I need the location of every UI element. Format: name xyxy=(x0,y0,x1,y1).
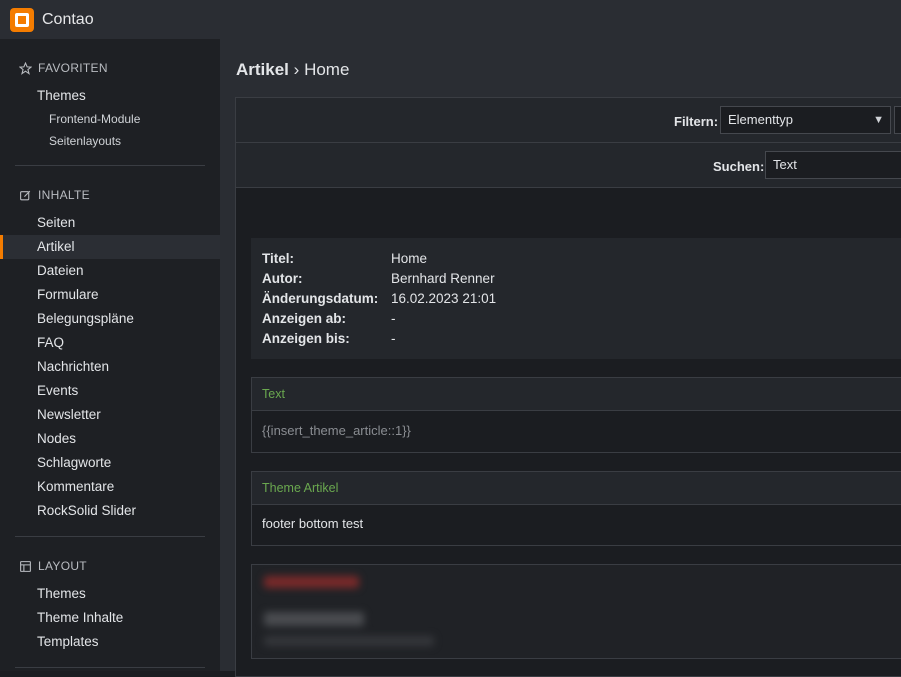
caret-down-icon: ▼ xyxy=(873,114,884,126)
sidebar-group-title: INHALTE xyxy=(38,188,90,202)
sidebar-group-layout: LAYOUT Themes Theme Inhalte Templates xyxy=(0,537,220,654)
filter-select-secondary[interactable] xyxy=(894,106,901,134)
blurred-content xyxy=(252,565,901,660)
main-content: Artikel › Home Filtern: Elementtyp ▼ Suc… xyxy=(220,39,901,677)
article-info: Titel: Home Autor: Bernhard Renner Änder… xyxy=(251,238,901,359)
info-value: Bernhard Renner xyxy=(391,271,495,286)
content-element-type: Theme Artikel xyxy=(252,472,901,505)
sidebar-item-events[interactable]: Events xyxy=(0,379,220,403)
sidebar-item-nodes[interactable]: Nodes xyxy=(0,427,220,451)
sidebar-item-templates[interactable]: Templates xyxy=(0,630,220,654)
info-key: Titel: xyxy=(262,251,295,266)
content-element-blurred[interactable] xyxy=(251,564,901,659)
info-value: - xyxy=(391,311,396,326)
breadcrumb: Artikel › Home xyxy=(236,60,349,80)
listing-panel: Filtern: Elementtyp ▼ Suchen: Text Titel… xyxy=(235,97,901,677)
sidebar-item-theme-inhalte[interactable]: Theme Inhalte xyxy=(0,606,220,630)
sidebar-item-nachrichten[interactable]: Nachrichten xyxy=(0,355,220,379)
top-bar: Contao xyxy=(0,0,901,39)
content-element[interactable]: Theme Artikel footer bottom test xyxy=(251,471,901,546)
search-field-select[interactable]: Text xyxy=(765,151,901,179)
app-name[interactable]: Contao xyxy=(42,11,94,29)
sidebar-group-header[interactable]: INHALTE xyxy=(0,186,220,204)
content-element-body: footer bottom test xyxy=(262,516,364,531)
contao-logo-icon[interactable] xyxy=(10,7,34,32)
sidebar-group-title: FAVORITEN xyxy=(38,61,108,75)
sidebar-item-layout-themes[interactable]: Themes xyxy=(0,582,220,606)
sidebar-item-faq[interactable]: FAQ xyxy=(0,331,220,355)
content-element-body: {{insert_theme_article::1}} xyxy=(262,423,411,438)
filter-select[interactable]: Elementtyp ▼ xyxy=(720,106,891,134)
content-element-type: Text xyxy=(252,378,901,411)
sidebar-subitem-seitenlayouts[interactable]: Seitenlayouts xyxy=(0,130,220,152)
sidebar-item-seiten[interactable]: Seiten xyxy=(0,211,220,235)
sidebar-item-kommentare[interactable]: Kommentare xyxy=(0,475,220,499)
breadcrumb-separator: › xyxy=(293,60,300,79)
info-key: Autor: xyxy=(262,271,303,286)
search-row: Suchen: Text xyxy=(236,143,901,188)
info-key: Anzeigen ab: xyxy=(262,311,347,326)
info-key: Anzeigen bis: xyxy=(262,331,350,346)
breadcrumb-section[interactable]: Artikel xyxy=(236,60,289,79)
sidebar-group-title: LAYOUT xyxy=(38,559,87,573)
sidebar-item-rocksolid-slider[interactable]: RockSolid Slider xyxy=(0,499,220,523)
sidebar-item-artikel[interactable]: Artikel xyxy=(0,235,220,259)
info-value: - xyxy=(391,331,396,346)
search-label: Suchen: xyxy=(713,159,765,174)
sidebar-group-header[interactable]: FAVORITEN xyxy=(0,59,220,77)
filter-label: Filtern: xyxy=(674,114,719,129)
info-value: Home xyxy=(391,251,428,266)
sidebar: FAVORITEN Themes Frontend-Module Seitenl… xyxy=(0,39,220,671)
info-key: Änderungsdatum: xyxy=(262,291,379,306)
sidebar-item-formulare[interactable]: Formulare xyxy=(0,283,220,307)
filter-select-value: Elementtyp xyxy=(728,112,794,127)
sidebar-item-themes[interactable]: Themes xyxy=(0,84,220,108)
sidebar-group-header[interactable]: LAYOUT xyxy=(0,557,220,575)
edit-icon xyxy=(18,188,32,202)
sidebar-subitem-frontend-module[interactable]: Frontend-Module xyxy=(0,108,220,130)
search-field-value: Text xyxy=(773,157,797,172)
sidebar-item-schlagworte[interactable]: Schlagworte xyxy=(0,451,220,475)
breadcrumb-page: Home xyxy=(304,60,350,79)
sidebar-divider xyxy=(15,667,205,668)
sidebar-item-dateien[interactable]: Dateien xyxy=(0,259,220,283)
sidebar-item-newsletter[interactable]: Newsletter xyxy=(0,403,220,427)
sidebar-group-inhalte: INHALTE Seiten Artikel Dateien Formulare… xyxy=(0,166,220,523)
content-element[interactable]: Text {{insert_theme_article::1}} xyxy=(251,377,901,453)
sidebar-item-belegungsplaene[interactable]: Belegungspläne xyxy=(0,307,220,331)
info-value: 16.02.2023 21:01 xyxy=(391,291,497,306)
star-icon xyxy=(18,61,32,75)
layout-icon xyxy=(18,559,32,573)
filter-row: Filtern: Elementtyp ▼ xyxy=(236,98,901,143)
sidebar-group-favoriten: FAVORITEN Themes Frontend-Module Seitenl… xyxy=(0,39,220,152)
